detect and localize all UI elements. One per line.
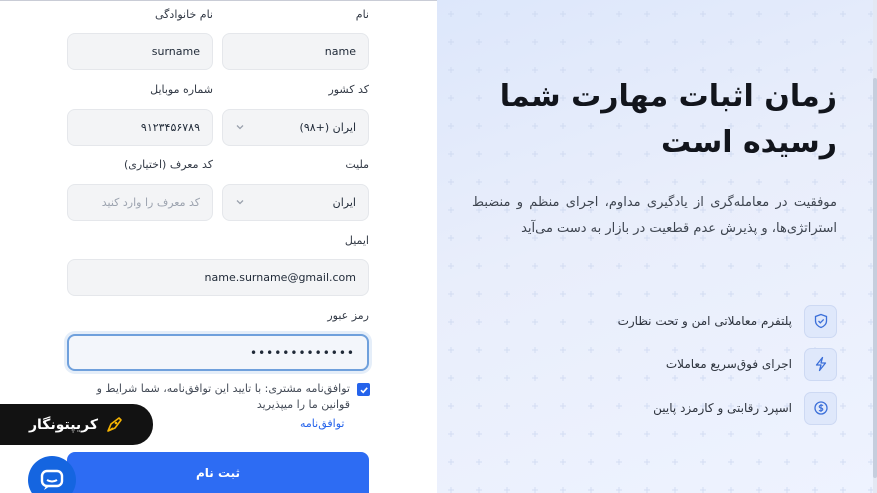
brand-badge[interactable]: کریپتونگار xyxy=(0,404,153,445)
chevron-down-icon xyxy=(235,122,245,132)
brand-name: کریپتونگار xyxy=(28,416,99,433)
mobile-value: ۹۱۲۳۴۵۶۷۸۹ xyxy=(140,121,200,134)
brand-logo-icon xyxy=(104,415,124,435)
referral-label: کد معرف (اختیاری) xyxy=(123,158,213,171)
chevron-down-icon xyxy=(235,197,245,207)
feature-item: اجرای فوق‌سریع معاملات xyxy=(537,347,837,381)
nationality-label: ملیت xyxy=(345,158,369,171)
nationality-value: ایران xyxy=(332,196,356,209)
password-value: ••••••••••••• xyxy=(249,345,355,360)
hero-title: زمان اثبات مهارت شما رسیده است xyxy=(499,79,837,160)
last-name-input[interactable]: surname xyxy=(67,33,213,70)
nationality-select[interactable]: ایران xyxy=(222,184,369,221)
last-name-label: نام خانوادگی xyxy=(155,8,213,21)
dollar-coin-icon xyxy=(804,391,837,425)
country-code-select[interactable]: ایران (+۹۸) xyxy=(222,109,369,146)
feature-text: اسپرد رقابتی و کارمزد پایین xyxy=(653,401,792,415)
email-value: name.surname@gmail.com xyxy=(204,271,356,284)
check-icon xyxy=(359,386,368,393)
lightning-icon xyxy=(804,347,837,381)
feature-item: پلتفرم معاملاتی امن و تحت نظارت xyxy=(537,304,837,338)
referral-placeholder: کد معرف را وارد کنید xyxy=(101,196,200,209)
country-code-value: ایران (+۹۸) xyxy=(299,121,356,134)
submit-button[interactable]: ثبت نام xyxy=(67,452,369,493)
terms-link[interactable]: توافق‌نامه xyxy=(300,417,344,430)
password-input[interactable]: ••••••••••••• xyxy=(67,334,369,371)
password-label: رمز عبور xyxy=(327,309,369,322)
shield-icon xyxy=(804,304,837,338)
country-code-label: کد کشور xyxy=(328,83,369,96)
page-scrollbar[interactable] xyxy=(873,0,877,493)
scrollbar-thumb[interactable] xyxy=(873,78,877,478)
mobile-label: شماره موبایل xyxy=(150,83,213,96)
first-name-input[interactable]: name xyxy=(222,33,369,70)
terms-checkbox[interactable] xyxy=(357,383,370,396)
hero-description: موفقیت در معامله‌گری از یادگیری مداوم، ا… xyxy=(472,195,837,236)
mobile-input[interactable]: ۹۱۲۳۴۵۶۷۸۹ xyxy=(67,109,213,146)
first-name-value: name xyxy=(324,45,356,58)
first-name-label: نام xyxy=(355,8,369,21)
email-label: ایمیل xyxy=(344,234,369,247)
feature-text: پلتفرم معاملاتی امن و تحت نظارت xyxy=(617,314,792,328)
chat-icon xyxy=(40,469,64,490)
feature-item: اسپرد رقابتی و کارمزد پایین xyxy=(537,391,837,425)
last-name-value: surname xyxy=(151,45,200,58)
hero-panel: زمان اثبات مهارت شما رسیده است موفقیت در… xyxy=(437,0,877,493)
referral-input[interactable]: کد معرف را وارد کنید xyxy=(67,184,213,221)
feature-text: اجرای فوق‌سریع معاملات xyxy=(665,357,792,371)
email-input[interactable]: name.surname@gmail.com xyxy=(67,259,369,296)
